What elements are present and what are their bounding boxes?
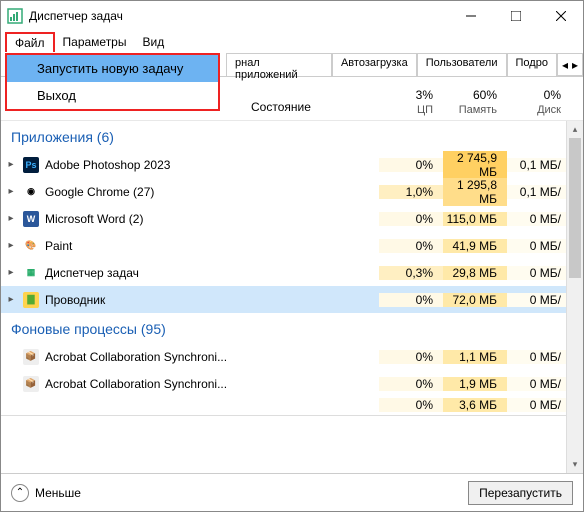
tab-scroll-right-icon[interactable]: ▸ (570, 58, 580, 72)
disk-value: 0,1 МБ/ (507, 185, 571, 199)
app-icon: Ps (21, 157, 41, 173)
memory-value: 115,0 МБ (443, 212, 507, 226)
maximize-button[interactable] (493, 1, 538, 31)
close-button[interactable] (538, 1, 583, 31)
file-menu-dropdown: Запустить новую задачу Выход (5, 53, 220, 111)
tab-startup[interactable]: Автозагрузка (332, 53, 417, 76)
tab-users[interactable]: Пользователи (417, 53, 507, 76)
app-icon: ▇ (21, 292, 41, 308)
footer: ⌃ Меньше Перезапустить (1, 473, 583, 511)
table-row[interactable]: ▸🎨Paint 0%41,9 МБ0 МБ/ (1, 232, 583, 259)
cpu-value: 0% (379, 377, 443, 391)
menu-view[interactable]: Вид (134, 33, 172, 51)
scroll-down-icon[interactable]: ▾ (567, 456, 583, 473)
minimize-button[interactable] (448, 1, 493, 31)
process-name: Paint (41, 239, 243, 253)
app-icon: 📦 (21, 376, 41, 392)
disk-value: 0,1 МБ/ (507, 158, 571, 172)
cpu-value: 0% (379, 239, 443, 253)
table-row[interactable]: ▸◉Google Chrome (27) 1,0%1 295,8 МБ0,1 МБ… (1, 178, 583, 205)
process-list: Приложения (6) ▸PsAdobe Photoshop 20230%… (1, 121, 583, 473)
process-name: Acrobat Collaboration Synchroni... (41, 377, 243, 391)
menu-file[interactable]: Файл (5, 32, 55, 52)
fewer-details-button[interactable]: ⌃ Меньше (11, 484, 81, 502)
expand-icon[interactable]: ▸ (1, 159, 21, 170)
tab-app-history[interactable]: рнал приложений (226, 53, 332, 76)
memory-value: 1,9 МБ (443, 377, 507, 391)
expand-icon[interactable]: ▸ (1, 240, 21, 251)
app-icon: W (21, 211, 41, 227)
scrollbar-thumb[interactable] (569, 138, 581, 278)
expand-icon[interactable]: ▸ (1, 267, 21, 278)
cpu-percent: 3% (379, 88, 433, 102)
memory-value: 1,1 МБ (443, 350, 507, 364)
disk-value: 0 МБ/ (507, 266, 571, 280)
tab-scroll-left-icon[interactable]: ◂ (560, 58, 570, 72)
chevron-up-icon: ⌃ (11, 484, 29, 502)
tab-details[interactable]: Подро (507, 53, 557, 76)
memory-value: 41,9 МБ (443, 239, 507, 253)
expand-icon[interactable]: ▸ (1, 294, 21, 305)
cpu-value: 0,3% (379, 266, 443, 280)
menubar: Файл Параметры Вид Запустить новую задач… (1, 31, 583, 53)
memory-value: 72,0 МБ (443, 293, 507, 307)
table-row[interactable]: ▸▦Диспетчер задач 0,3%29,8 МБ0 МБ/ (1, 259, 583, 286)
app-icon: 📦 (21, 349, 41, 365)
menu-item-exit[interactable]: Выход (7, 82, 218, 109)
memory-percent: 60% (443, 88, 497, 102)
memory-value: 29,8 МБ (443, 266, 507, 280)
col-status[interactable]: Состояние (243, 100, 379, 120)
disk-value: 0 МБ/ (507, 377, 571, 391)
process-name: Проводник (41, 293, 243, 307)
cpu-value: 0% (379, 212, 443, 226)
app-icon: ◉ (21, 184, 41, 200)
scroll-up-icon[interactable]: ▴ (567, 121, 583, 138)
disk-percent: 0% (507, 88, 561, 102)
restart-button[interactable]: Перезапустить (468, 481, 573, 505)
col-disk[interactable]: 0% Диск (507, 88, 571, 120)
cpu-value: 0% (379, 293, 443, 307)
memory-value: 1 295,8 МБ (443, 178, 507, 206)
menu-options[interactable]: Параметры (55, 33, 135, 51)
expand-icon[interactable]: ▸ (1, 213, 21, 224)
app-icon (7, 8, 23, 24)
cpu-value: 1,0% (379, 185, 443, 199)
table-row[interactable]: 📦Acrobat Collaboration Synchroni... 0%1,9… (1, 370, 583, 397)
task-manager-window: Диспетчер задач Файл Параметры Вид Запус… (0, 0, 584, 512)
menu-item-run-new-task[interactable]: Запустить новую задачу (7, 55, 218, 82)
app-icon: ▦ (21, 265, 41, 281)
titlebar: Диспетчер задач (1, 1, 583, 31)
col-memory[interactable]: 60% Память (443, 88, 507, 120)
group-applications[interactable]: Приложения (6) (1, 121, 583, 151)
process-name: Microsoft Word (2) (41, 212, 243, 226)
memory-value: 2 745,9 МБ (443, 151, 507, 179)
cpu-value: 0% (379, 158, 443, 172)
table-row-cutoff: 0% 3,6 МБ 0 МБ/ (1, 397, 583, 413)
vertical-scrollbar[interactable]: ▴ ▾ (566, 121, 583, 473)
process-name: Acrobat Collaboration Synchroni... (41, 350, 243, 364)
table-row[interactable]: 📦Acrobat Collaboration Synchroni... 0%1,1… (1, 343, 583, 370)
process-name: Google Chrome (27) (41, 185, 243, 199)
table-row[interactable]: ▸PsAdobe Photoshop 2023 0%2 745,9 МБ0,1 М… (1, 151, 583, 178)
col-cpu[interactable]: 3% ЦП (379, 88, 443, 120)
group-background-processes[interactable]: Фоновые процессы (95) (1, 313, 583, 343)
process-name: Диспетчер задач (41, 266, 243, 280)
disk-value: 0 МБ/ (507, 239, 571, 253)
cpu-value: 0% (379, 350, 443, 364)
disk-value: 0 МБ/ (507, 350, 571, 364)
window-title: Диспетчер задач (29, 9, 448, 23)
expand-icon[interactable]: ▸ (1, 186, 21, 197)
table-row[interactable]: ▸WMicrosoft Word (2) 0%115,0 МБ0 МБ/ (1, 205, 583, 232)
disk-value: 0 МБ/ (507, 212, 571, 226)
table-row[interactable]: ▸▇Проводник 0%72,0 МБ0 МБ/ (1, 286, 583, 313)
process-name: Adobe Photoshop 2023 (41, 158, 243, 172)
tab-scroll-buttons[interactable]: ◂▸ (557, 53, 583, 76)
app-icon: 🎨 (21, 238, 41, 254)
disk-value: 0 МБ/ (507, 293, 571, 307)
